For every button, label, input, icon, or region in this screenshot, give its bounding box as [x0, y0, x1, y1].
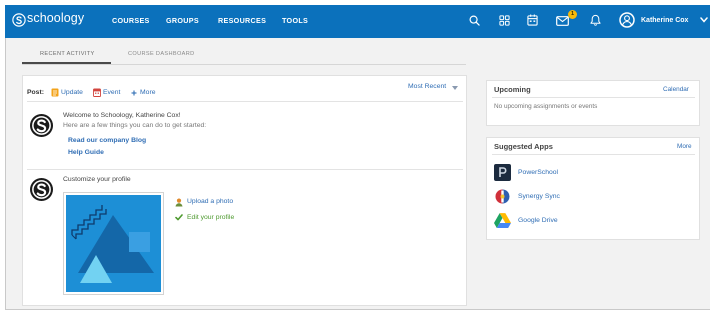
feed-item-title: Welcome to Schoology, Katherine Cox!: [63, 112, 181, 119]
app-powerschool[interactable]: PowerSchool: [518, 169, 558, 177]
schoology-logo-icon[interactable]: [30, 114, 53, 137]
person-icon[interactable]: [175, 198, 183, 207]
upcoming-title: Upcoming: [494, 85, 531, 94]
calendar-icon[interactable]: [527, 14, 538, 26]
nav-groups[interactable]: GROUPS: [166, 17, 199, 24]
feed-item-title: Customize your profile: [63, 176, 131, 183]
tab-divider: [22, 64, 466, 65]
nav-tools[interactable]: TOOLS: [282, 17, 308, 24]
company-blog-link[interactable]: Read our company Blog: [68, 137, 146, 145]
update-icon[interactable]: [51, 88, 59, 97]
tab-recent-activity[interactable]: RECENT ACTIVITY: [40, 51, 95, 58]
notifications-bell-icon[interactable]: [590, 14, 601, 26]
nav-resources[interactable]: RESOURCES: [218, 17, 266, 24]
feed-item-divider: [27, 169, 463, 170]
messages-badge[interactable]: 1: [568, 10, 577, 19]
upload-photo-link[interactable]: Upload a photo: [187, 198, 233, 206]
app-synergy-sync[interactable]: Synergy Sync: [518, 193, 560, 201]
calendar-link[interactable]: Calendar: [663, 86, 689, 93]
event-calendar-icon[interactable]: [93, 88, 101, 97]
plus-icon[interactable]: [131, 90, 137, 96]
search-icon[interactable]: [469, 15, 480, 26]
schoology-app: schoology COURSES GROUPS RESOURCES TOOLS…: [0, 0, 710, 314]
post-label: Post:: [27, 89, 44, 96]
user-avatar-icon[interactable]: [619, 12, 635, 28]
schoology-logo-icon[interactable]: [30, 178, 53, 201]
powerschool-icon[interactable]: [494, 164, 511, 181]
tab-course-dashboard[interactable]: COURSE DASHBOARD: [128, 51, 195, 58]
app-google-drive[interactable]: Google Drive: [518, 217, 558, 225]
synergy-sync-icon[interactable]: [494, 188, 511, 205]
profile-illustration: [66, 195, 161, 292]
upcoming-divider: [492, 97, 695, 98]
post-bar-divider: [27, 101, 463, 102]
feed-item-subtitle: Here are a few things you can do to get …: [63, 122, 207, 129]
upcoming-empty-text: No upcoming assignments or events: [494, 103, 598, 110]
post-more-button[interactable]: More: [140, 89, 156, 97]
caret-down-icon[interactable]: [452, 86, 458, 90]
messages-icon[interactable]: [556, 16, 569, 26]
apps-grid-icon[interactable]: [499, 15, 510, 26]
logo-wordmark[interactable]: schoology: [27, 12, 84, 25]
nav-courses[interactable]: COURSES: [112, 17, 150, 24]
post-event-button[interactable]: Event: [103, 89, 120, 97]
more-apps-link[interactable]: More: [677, 143, 692, 150]
check-icon: [175, 214, 183, 221]
chevron-down-icon[interactable]: [700, 17, 708, 23]
suggested-apps-title: Suggested Apps: [494, 142, 553, 151]
post-update-button[interactable]: Update: [61, 89, 83, 97]
google-drive-icon[interactable]: [494, 213, 511, 228]
edit-profile-link[interactable]: Edit your profile: [187, 214, 234, 222]
schoology-logo-icon[interactable]: [12, 13, 26, 27]
help-guide-link[interactable]: Help Guide: [68, 149, 104, 157]
top-nav-bar: [5, 5, 710, 38]
user-name[interactable]: Katherine Cox: [641, 17, 688, 24]
sort-dropdown[interactable]: Most Recent: [408, 83, 446, 91]
suggested-apps-divider: [492, 154, 695, 155]
